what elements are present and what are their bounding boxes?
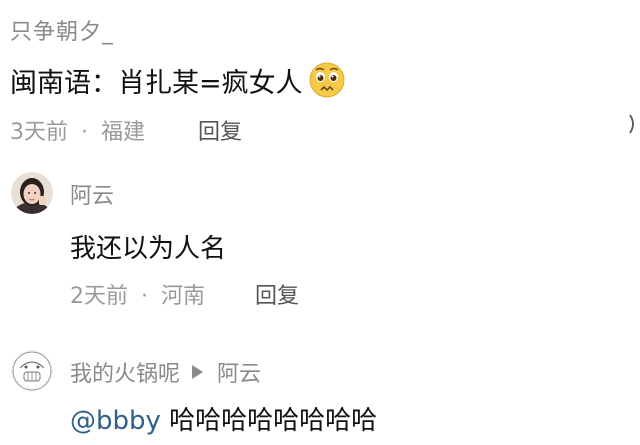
comment-body: 我还以为人名	[70, 234, 227, 264]
meta-separator: ·	[141, 284, 148, 309]
user-avatar-icon	[11, 172, 53, 214]
reply-button[interactable]: 回复	[255, 278, 299, 310]
comment-body: 哈哈哈哈哈哈哈哈	[160, 406, 378, 436]
reply-arrow-icon	[192, 365, 204, 379]
sketch-avatar-icon	[11, 350, 53, 392]
scroll-edge-icon	[629, 114, 634, 134]
comment-meta: 3天前 · 福建	[10, 114, 145, 146]
comment-username[interactable]: 我的火锅呢	[70, 356, 180, 388]
comment-meta: 2天前 · 河南	[70, 278, 205, 310]
mention-link[interactable]: @bbby	[70, 406, 161, 436]
comment-time: 3天前	[10, 120, 68, 145]
reply-to-username[interactable]: 阿云	[217, 356, 261, 388]
comment-username[interactable]: 阿云	[70, 178, 114, 210]
pleading-face-emoji-icon	[309, 62, 345, 98]
comment-location: 河南	[161, 284, 206, 309]
comment-username[interactable]: 只争朝夕_	[10, 14, 114, 46]
reply-button[interactable]: 回复	[198, 114, 242, 146]
avatar[interactable]	[11, 172, 53, 214]
comment-username-row: 我的火锅呢 阿云	[70, 356, 261, 388]
comment-text: @bbby 哈哈哈哈哈哈哈哈	[70, 400, 377, 437]
comment-text: 闽南语：肖扎某=疯女人	[10, 60, 347, 100]
comment-location: 福建	[101, 120, 146, 145]
avatar[interactable]	[11, 350, 53, 392]
comment-time: 2天前	[70, 284, 128, 309]
comment-body: 闽南语：肖扎某=疯女人	[10, 67, 303, 99]
meta-separator: ·	[81, 120, 88, 145]
